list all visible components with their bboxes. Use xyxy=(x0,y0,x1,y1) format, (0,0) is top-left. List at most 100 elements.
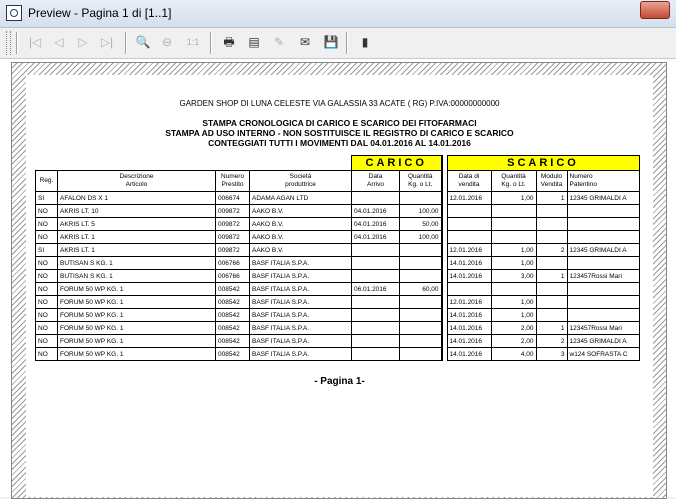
cell-soc: AAKO B.V. xyxy=(249,230,352,244)
cell-soc: BASF ITALIA S.P.A. xyxy=(249,295,352,309)
cell-darr xyxy=(351,334,400,348)
cell-num: 006766 xyxy=(215,256,250,270)
cell-descr: FORUM 50 WP KG. 1 xyxy=(57,295,216,309)
table-row: SI AFALON DS X 1 006674 ADAMA AGAN LTD 12.01… xyxy=(35,191,640,205)
cell-soc: AAKO B.V. xyxy=(249,243,352,257)
export-icon[interactable]: ✎ xyxy=(270,33,288,51)
cell-qc xyxy=(399,347,442,361)
cell-reg: NO xyxy=(35,217,58,231)
window-close-button[interactable] xyxy=(640,1,670,19)
cell-dven xyxy=(446,204,492,218)
cell-soc: AAKO B.V. xyxy=(249,217,352,231)
cell-soc: BASF ITALIA S.P.A. xyxy=(249,256,352,270)
next-page-icon[interactable]: ▷ xyxy=(74,33,92,51)
cell-qc xyxy=(399,269,442,283)
table-row: NO FORUM 50 WP KG. 1 008542 BASF ITALIA S.P… xyxy=(35,321,640,335)
cell-mod xyxy=(535,308,568,322)
cell-dven: 14.01.2016 xyxy=(446,256,492,270)
cell-pat xyxy=(566,217,640,231)
cell-qs: 2,00 xyxy=(490,334,537,348)
cell-soc: ADAMA AGAN LTD xyxy=(249,191,352,205)
col-modulo: Modulo Vendita xyxy=(535,170,568,192)
table-row: NO BUTISAN S KG. 1 006766 BASF ITALIA S.P.A… xyxy=(35,269,640,283)
cell-mod xyxy=(535,282,568,296)
email-icon[interactable]: ✉ xyxy=(296,33,314,51)
table-row: NO FORUM 50 WP KG. 1 008542 BASF ITALIA S.P… xyxy=(35,308,640,322)
col-soc: Società produttrice xyxy=(249,170,352,192)
cell-qs: 3,00 xyxy=(490,269,537,283)
cell-mod xyxy=(535,204,568,218)
cell-qs: 1,00 xyxy=(490,256,537,270)
carico-band: CARICO xyxy=(351,155,442,171)
cell-qc xyxy=(399,321,442,335)
title-bar: Preview - Pagina 1 di [1..1] xyxy=(0,0,676,28)
cell-descr: BUTISAN S KG. 1 xyxy=(57,256,216,270)
cell-dven: 14.01.2016 xyxy=(446,347,492,361)
cell-darr xyxy=(351,243,400,257)
cell-reg: NO xyxy=(35,334,58,348)
page-footer: - Pagina 1- xyxy=(314,376,365,387)
movements-table: CARICO SCARICO Reg. Descrizione Articolo … xyxy=(35,155,640,361)
col-reg: Reg. xyxy=(35,170,58,192)
cell-reg: NO xyxy=(35,347,58,361)
table-row: NO BUTISAN S KG. 1 006766 BASF ITALIA S.P.A… xyxy=(35,256,640,270)
cell-darr: 04.01.2016 xyxy=(351,230,400,244)
cell-darr: 06.01.2016 xyxy=(351,282,400,296)
cell-mod: 3 xyxy=(535,347,568,361)
prev-page-icon[interactable]: ◁ xyxy=(50,33,68,51)
save-icon[interactable]: 💾 xyxy=(322,33,340,51)
cell-pat: 12345 GRIMALDI A xyxy=(566,334,640,348)
table-row: NO AKRIS LT. 10 009872 AAKO B.V. 04.01.2016 1… xyxy=(35,204,640,218)
cell-num: 006674 xyxy=(215,191,250,205)
cell-pat: 12345 GRIMALDI A xyxy=(566,191,640,205)
cell-soc: BASF ITALIA S.P.A. xyxy=(249,282,352,296)
cell-descr: AKRIS LT. 5 xyxy=(57,217,216,231)
cell-darr xyxy=(351,308,400,322)
cell-pat: 123457Rossi Mari xyxy=(566,269,640,283)
cell-soc: AAKO B.V. xyxy=(249,204,352,218)
cell-qc: 50,00 xyxy=(399,217,442,231)
cell-qs: 2,00 xyxy=(490,321,537,335)
cell-reg: NO xyxy=(35,256,58,270)
cell-reg: NO xyxy=(35,321,58,335)
cell-qs: 1,00 xyxy=(490,308,537,322)
cell-qs: 1,00 xyxy=(490,243,537,257)
report-title-2: STAMPA AD USO INTERNO - NON SOSTITUISCE … xyxy=(165,128,514,138)
cell-dven xyxy=(446,282,492,296)
cell-darr: 04.01.2016 xyxy=(351,217,400,231)
col-descr: Descrizione Articolo xyxy=(57,170,216,192)
cell-pat xyxy=(566,282,640,296)
one-to-one-icon[interactable]: 1:1 xyxy=(184,33,202,51)
grip-icon[interactable] xyxy=(6,31,11,55)
cell-dven: 12.01.2016 xyxy=(446,295,492,309)
cell-qc xyxy=(399,295,442,309)
table-row: NO FORUM 50 WP KG. 1 008542 BASF ITALIA S.P… xyxy=(35,295,640,309)
col-data-arrivo: Data Arrivo xyxy=(351,170,400,192)
cell-qc: 60,00 xyxy=(399,282,442,296)
print-setup-icon[interactable]: ▤ xyxy=(245,33,263,51)
cell-dven xyxy=(446,230,492,244)
close-preview-icon[interactable]: ▮ xyxy=(356,33,374,51)
cell-reg: SI xyxy=(35,243,58,257)
table-row: NO FORUM 50 WP KG. 1 008542 BASF ITALIA S.P… xyxy=(35,334,640,348)
cell-soc: BASF ITALIA S.P.A. xyxy=(249,269,352,283)
table-row: NO FORUM 50 WP KG. 1 008542 BASF ITALIA S.P… xyxy=(35,347,640,361)
cell-dven: 14.01.2016 xyxy=(446,269,492,283)
cell-num: 008542 xyxy=(215,334,250,348)
table-row: NO AKRIS LT. 1 009872 AAKO B.V. 04.01.2016 10… xyxy=(35,230,640,244)
cell-pat: 123457Rossi Mari xyxy=(566,321,640,335)
col-patentino: Numero Patentino xyxy=(566,170,640,192)
cell-darr xyxy=(351,295,400,309)
cell-descr: FORUM 50 WP KG. 1 xyxy=(57,308,216,322)
zoom-out-icon[interactable]: ⊖ xyxy=(158,33,176,51)
cell-reg: NO xyxy=(35,230,58,244)
table-row: NO FORUM 50 WP KG. 1 008542 BASF ITALIA S.P… xyxy=(35,282,640,296)
zoom-in-icon[interactable]: 🔍 xyxy=(134,33,152,51)
cell-darr xyxy=(351,347,400,361)
cell-mod xyxy=(535,230,568,244)
last-page-icon[interactable]: ▷| xyxy=(98,33,116,51)
first-page-icon[interactable]: |◁ xyxy=(26,33,44,51)
cell-qs: 4,00 xyxy=(490,347,537,361)
cell-darr xyxy=(351,191,400,205)
print-icon[interactable]: 🖶 xyxy=(220,33,238,51)
